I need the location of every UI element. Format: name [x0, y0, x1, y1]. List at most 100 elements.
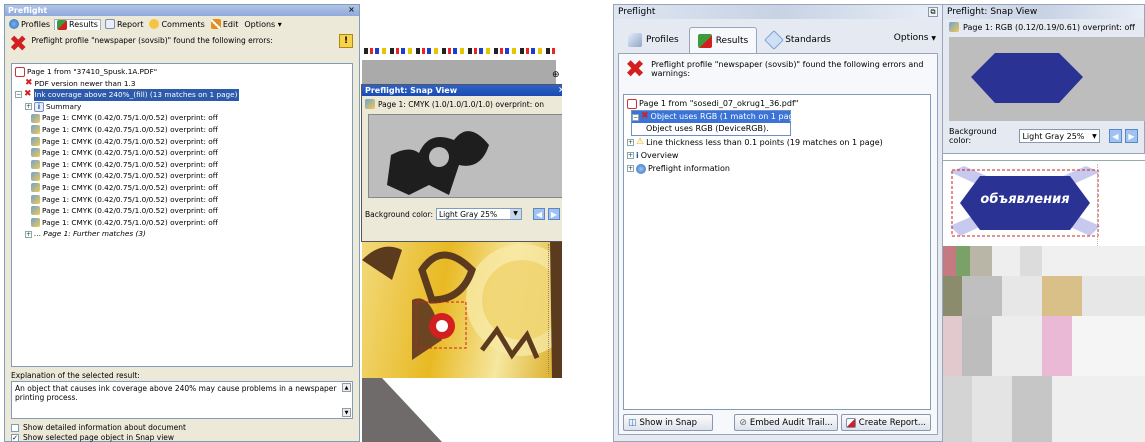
tree-preflight-info[interactable]: + Preflight information [627, 162, 927, 175]
embed-audit-trail-button[interactable]: ⊘ Embed Audit Trail... [734, 414, 838, 431]
show-in-snap-button[interactable]: ◫ Show in Snap [623, 414, 713, 431]
object-icon [31, 125, 40, 135]
restore-icon[interactable]: ⧉ [928, 7, 938, 17]
button-label: Embed Audit Trail... [749, 417, 833, 428]
tree-error-pdf-version[interactable]: ✖ PDF version newer than 1.3 [15, 78, 349, 90]
object-icon [31, 206, 40, 216]
tree-page[interactable]: Page 1 from "37410_Spusk.1A.PDF" [15, 66, 349, 78]
pdf-page-icon [15, 66, 25, 77]
error-icon: ✖ [9, 32, 28, 57]
ad-banner: объявления [950, 166, 1100, 240]
tree-label: Summary [46, 101, 82, 111]
artwork-image [362, 240, 562, 378]
bg-color-value: Light Gray 25% [439, 210, 498, 219]
options-menu[interactable]: Options ▼ [894, 33, 936, 43]
error-icon: ✖ [25, 77, 33, 88]
tree-object-rgb[interactable]: Object uses RGB (DeviceRGB). [632, 123, 790, 135]
tree-error-ink-coverage[interactable]: − ✖ Ink coverage above 240%_(fill) (13 mat… [15, 89, 349, 101]
results-tree: Page 1 from "37410_Spusk.1A.PDF" ✖ PDF ve… [11, 63, 353, 367]
toolbar-edit[interactable]: Edit [209, 19, 241, 29]
object-icon [949, 22, 959, 32]
prev-arrow-button[interactable]: ◀ [1108, 129, 1122, 143]
tree-overview[interactable]: + i Overview [627, 149, 927, 162]
explanation-box[interactable]: An object that causes ink coverage above… [11, 381, 353, 419]
tree-label: Page 1 from "sosedi_07_okrug1_36.pdf" [639, 98, 799, 108]
edit-icon [210, 19, 221, 29]
snap-icon: ◫ [628, 417, 637, 428]
next-arrow-button[interactable]: ▶ [1124, 129, 1138, 143]
toolbar: Profiles Results Report Comments Edit Op… [5, 16, 359, 32]
warning-button[interactable]: ! [339, 34, 353, 48]
chk-detailed-info[interactable]: Show detailed information about document [11, 423, 186, 432]
bg-color-select[interactable]: Light Gray 25% ▼ [436, 208, 522, 220]
tree-match-row[interactable]: Page 1: CMYK (0.42/0.75/1.0/0.52) overpr… [15, 124, 349, 136]
collapse-icon[interactable]: − [632, 113, 639, 121]
window-title: Preflight [618, 7, 656, 17]
scroll-up-icon[interactable]: ▲ [342, 383, 351, 392]
tree-summary[interactable]: + i Summary [15, 101, 349, 113]
preflight-panel: Preflight ⧉ Profiles Results Standards O… [613, 4, 943, 442]
expand-icon[interactable]: + [25, 103, 32, 111]
close-icon[interactable]: × [347, 5, 356, 14]
tree-label: Object uses RGB (DeviceRGB). [646, 124, 769, 134]
tab-results[interactable]: Results [688, 27, 758, 53]
toolbar-report[interactable]: Report [103, 19, 146, 29]
bg-color-select[interactable]: Light Gray 25% ▼ [1019, 129, 1100, 143]
expand-icon[interactable]: + [627, 152, 634, 159]
tab-standards[interactable]: Standards [759, 27, 839, 53]
explanation-label: Explanation of the selected result: [11, 371, 140, 380]
tab-profiles[interactable]: Profiles [620, 27, 687, 53]
chk-show-in-snap[interactable]: ✓ Show selected page object in Snap view [11, 433, 174, 442]
expand-icon[interactable]: + [627, 165, 634, 172]
tree-error-rgb[interactable]: − ✖ Object uses RGB (1 match on 1 page) [632, 111, 802, 123]
snap-preview [949, 37, 1145, 121]
tree-match-row[interactable]: Page 1: CMYK (0.42/0.75/1.0/0.52) overpr… [15, 112, 349, 124]
checkbox[interactable] [11, 423, 19, 432]
tree-label: Page 1: CMYK (0.42/0.75/1.0/0.52) overpr… [42, 113, 218, 123]
toolbar-profiles[interactable]: Profiles [7, 19, 52, 29]
tree-match-row[interactable]: Page 1: CMYK (0.42/0.75/1.0/0.52) overpr… [15, 205, 349, 217]
prev-arrow-button[interactable]: ◀ [533, 208, 545, 220]
create-report-button[interactable]: Create Report... [840, 414, 931, 431]
tree-match-row[interactable]: Page 1: CMYK (0.42/0.75/1.0/0.52) overpr… [15, 159, 349, 171]
collapse-icon[interactable]: − [15, 91, 22, 99]
error-icon: ✖ [24, 89, 32, 100]
toolbar-comments[interactable]: Comments [147, 19, 206, 29]
tree-label: Page 1: CMYK (0.42/0.75/1.0/0.52) overpr… [42, 171, 218, 181]
next-arrow-button[interactable]: ▶ [548, 208, 560, 220]
tree-label: Page 1: CMYK (0.42/0.75/1.0/0.52) overpr… [42, 159, 218, 169]
tree-match-row[interactable]: Page 1: CMYK (0.42/0.75/1.0/0.52) overpr… [15, 147, 349, 159]
tree-warning-line[interactable]: + ⚠ Line thickness less than 0.1 points (1… [627, 136, 927, 149]
tree-match-row[interactable]: Page 1: CMYK (0.42/0.75/1.0/0.52) overpr… [15, 136, 349, 148]
tree-match-row[interactable]: Page 1: CMYK (0.42/0.75/1.0/0.52) overpr… [15, 170, 349, 182]
expand-icon[interactable]: + [25, 230, 32, 238]
error-icon: ✖ [641, 111, 649, 122]
error-icon: ✖ [625, 55, 646, 83]
object-icon [31, 183, 40, 193]
tree-match-row[interactable]: Page 1: CMYK (0.42/0.75/1.0/0.52) overpr… [15, 217, 349, 229]
tab-label: Results [715, 35, 749, 46]
banner-text: объявления [980, 192, 1070, 207]
comments-icon [149, 19, 160, 29]
snap-view-title: Preflight: Snap View [365, 86, 458, 95]
object-icon [31, 160, 40, 170]
profiles-icon [9, 19, 19, 29]
snap-view-panel[interactable]: Preflight: Snap View Page 1: RGB (0.12/0… [942, 4, 1145, 154]
checkbox-checked[interactable]: ✓ [11, 433, 19, 442]
tree-match-row[interactable]: Page 1: CMYK (0.42/0.75/1.0/0.52) overpr… [15, 182, 349, 194]
scroll-down-icon[interactable]: ▼ [342, 408, 351, 417]
toolbar-results[interactable]: Results [54, 18, 101, 30]
checkbox-label: Show selected page object in Snap view [23, 433, 175, 442]
snap-view-window[interactable]: Preflight: Snap View × Page 1: CMYK (1.0… [361, 84, 562, 242]
bg-color-label: Background color: [949, 127, 997, 145]
expand-icon[interactable]: + [627, 139, 634, 146]
toolbar-options[interactable]: Options ▾ [242, 20, 283, 29]
tree-label: PDF version newer than 1.3 [34, 78, 136, 88]
tree-page[interactable]: Page 1 from "sosedi_07_okrug1_36.pdf" [627, 97, 927, 110]
tree-match-row[interactable]: Page 1: CMYK (0.42/0.75/1.0/0.52) overpr… [15, 194, 349, 206]
tree-further-matches[interactable]: +… Page 1: Further matches (3) [15, 228, 349, 240]
toolbar-label: Comments [161, 19, 205, 29]
toolbar-label: Options ▾ [244, 19, 282, 29]
results-pane: ✖ Preflight profile "newspaper (sovsib)"… [618, 53, 938, 435]
close-icon[interactable]: × [557, 85, 562, 94]
